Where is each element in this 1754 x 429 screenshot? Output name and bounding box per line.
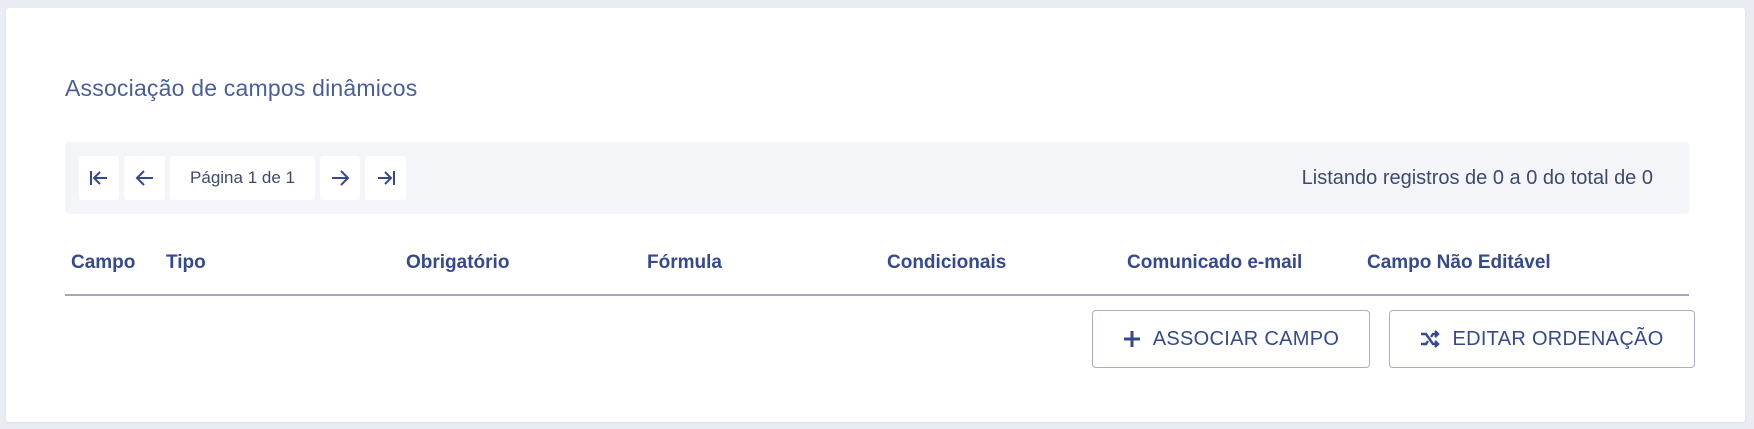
first-page-icon — [90, 171, 107, 185]
column-header-campo-nao-editavel[interactable]: Campo Não Editável — [1367, 252, 1551, 274]
arrow-left-icon — [135, 170, 153, 186]
table-header: Campo Tipo Obrigatório Fórmula Condicion… — [65, 240, 1689, 296]
pagination-toolbar: Página 1 de 1 Listando registros de 0 a … — [65, 142, 1689, 214]
associate-field-label: ASSOCIAR CAMPO — [1152, 327, 1340, 350]
arrow-right-icon — [332, 170, 350, 186]
previous-page-button[interactable] — [124, 156, 165, 200]
page-indicator: Página 1 de 1 — [170, 156, 315, 200]
column-header-comunicado-email[interactable]: Comunicado e-mail — [1127, 252, 1302, 274]
column-header-formula[interactable]: Fórmula — [647, 252, 722, 274]
column-header-obrigatorio[interactable]: Obrigatório — [406, 252, 509, 274]
first-page-button[interactable] — [79, 156, 119, 200]
shuffle-icon — [1421, 330, 1441, 348]
edit-ordering-button[interactable]: EDITAR ORDENAÇÃO — [1389, 310, 1695, 368]
last-page-button[interactable] — [365, 156, 406, 200]
dynamic-fields-card: Associação de campos dinâmicos Página 1 … — [6, 8, 1745, 422]
listing-summary: Listando registros de 0 a 0 do total de … — [1301, 167, 1653, 189]
column-header-tipo[interactable]: Tipo — [166, 252, 206, 274]
next-page-button[interactable] — [320, 156, 360, 200]
plus-icon — [1123, 331, 1140, 347]
column-header-campo[interactable]: Campo — [71, 252, 135, 274]
column-header-condicionais[interactable]: Condicionais — [887, 252, 1006, 274]
associate-field-button[interactable]: ASSOCIAR CAMPO — [1092, 310, 1370, 368]
edit-ordering-label: EDITAR ORDENAÇÃO — [1452, 327, 1664, 350]
card-title: Associação de campos dinâmicos — [65, 75, 418, 101]
last-page-icon — [377, 171, 395, 185]
